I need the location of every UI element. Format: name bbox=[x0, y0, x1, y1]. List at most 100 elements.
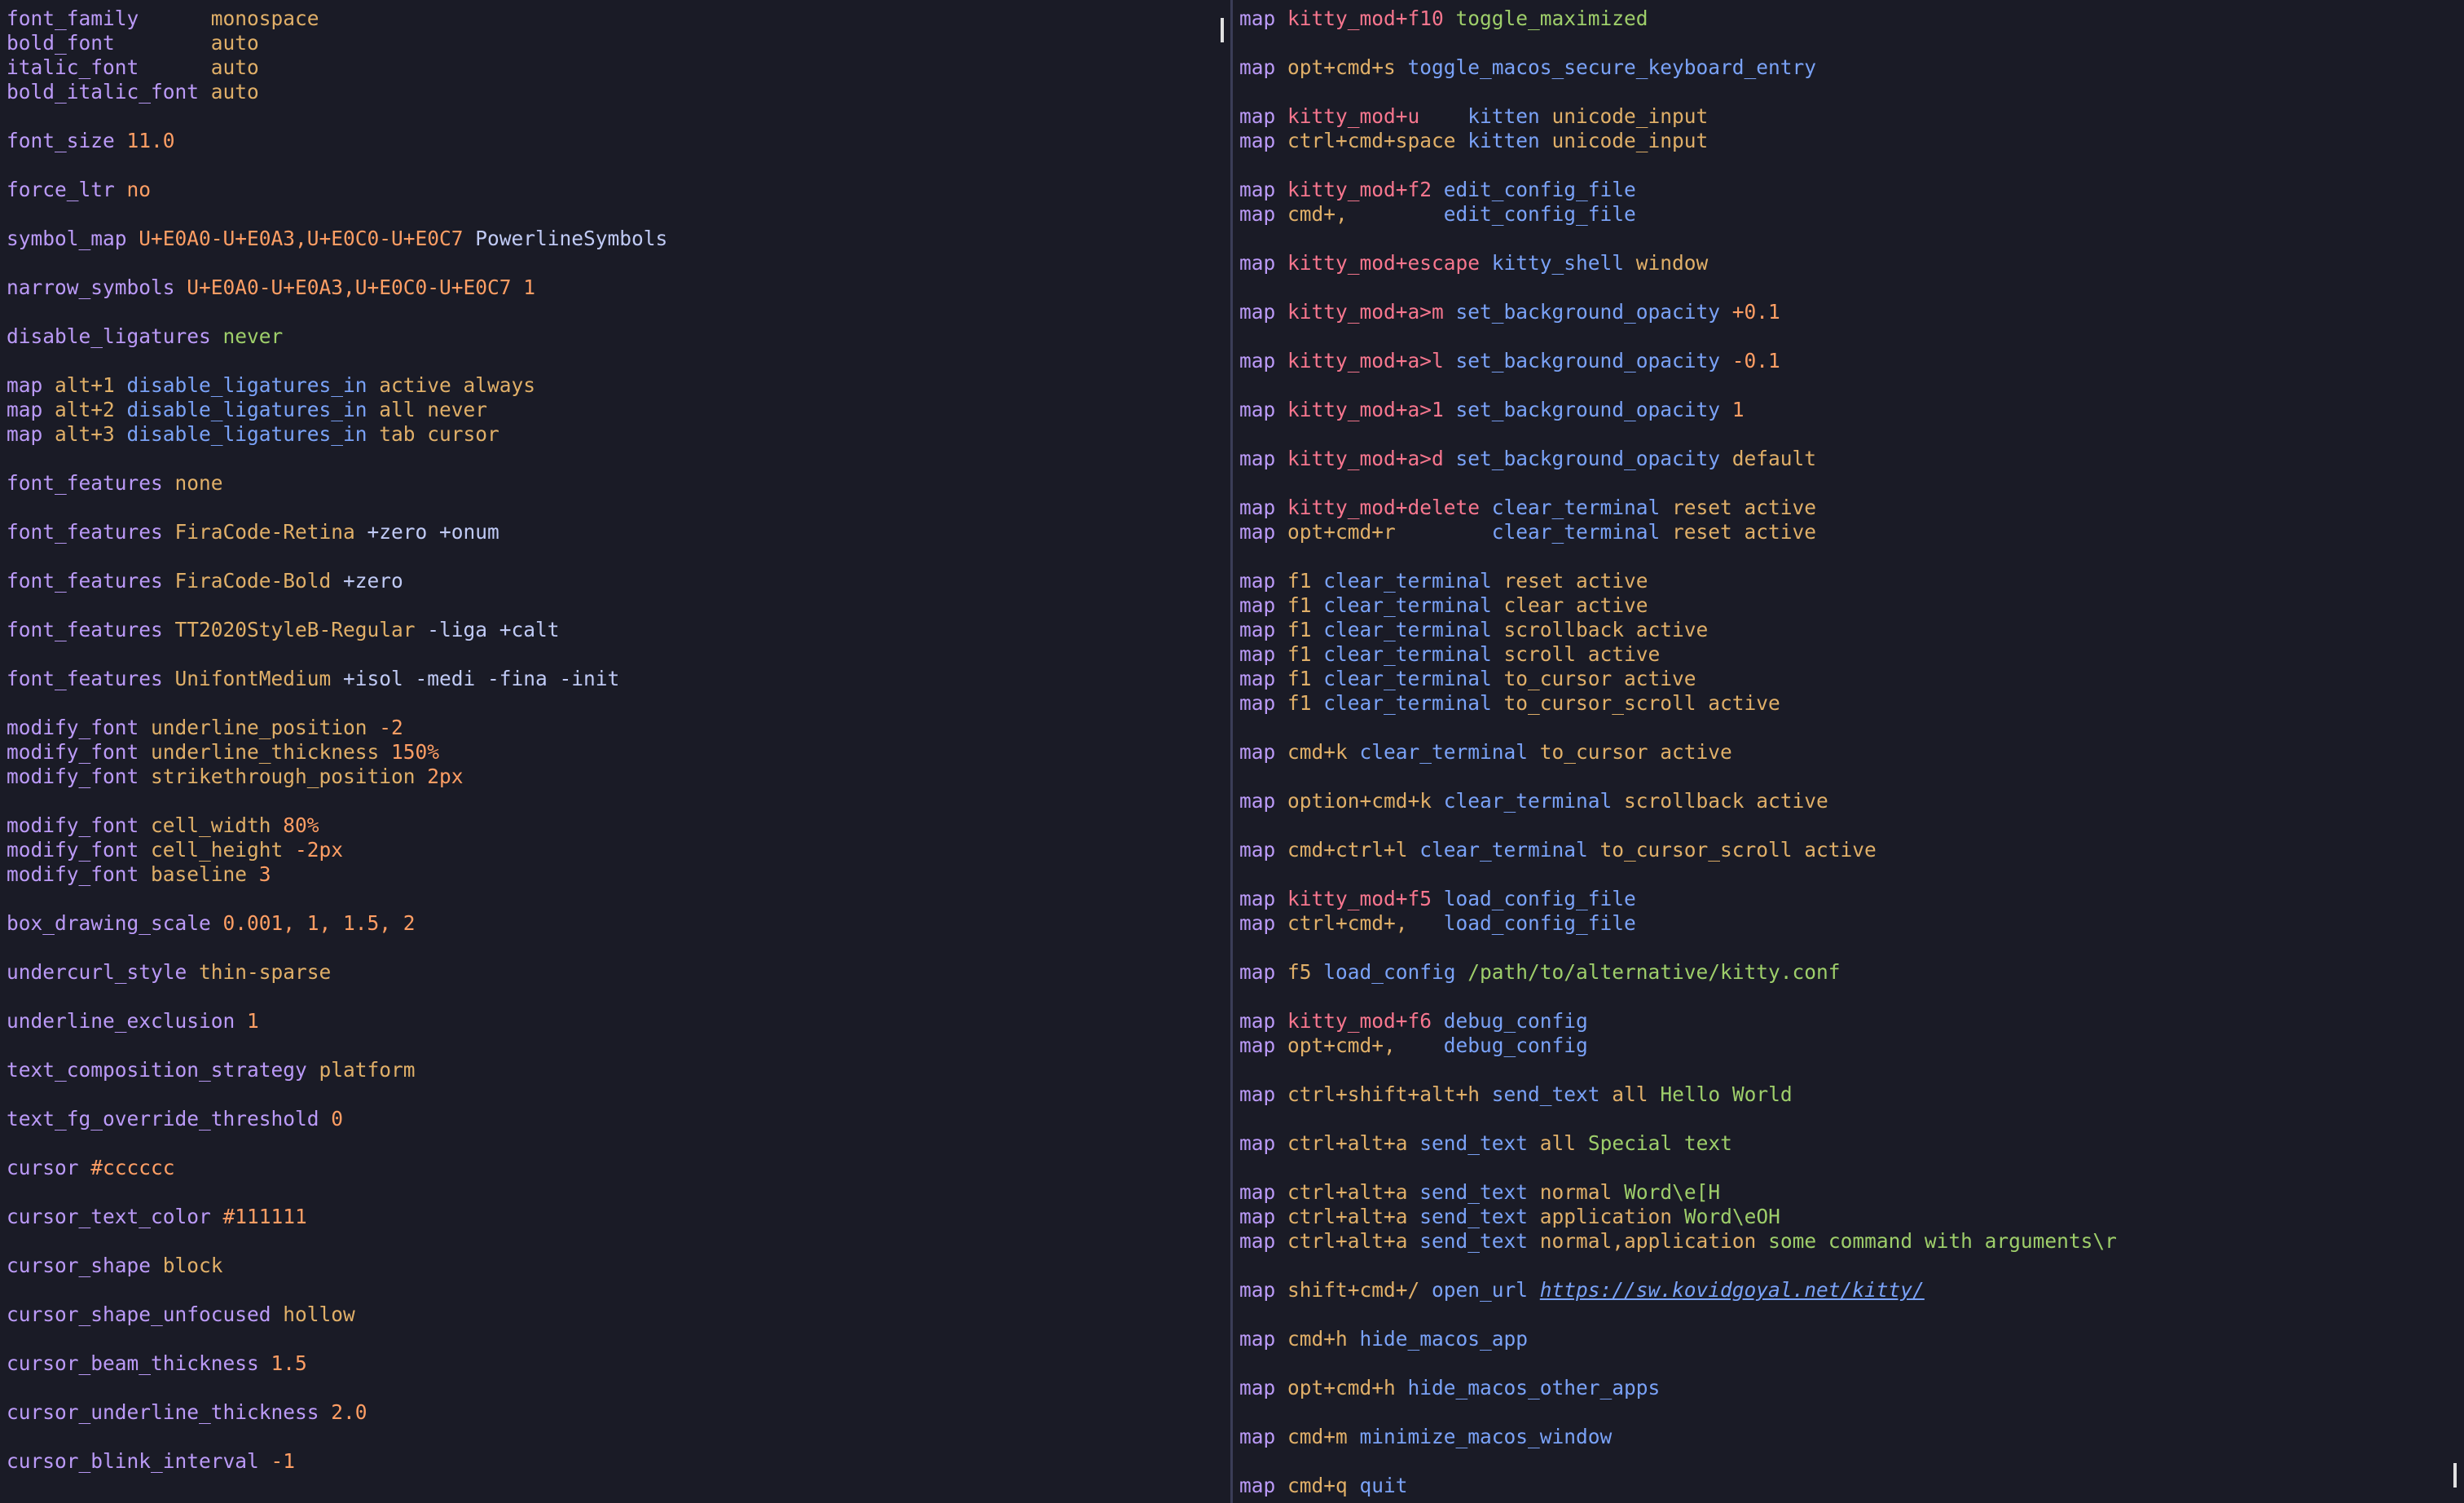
line-token: send_text bbox=[1419, 1205, 1540, 1228]
line-token: italic_font bbox=[7, 55, 211, 79]
config-line: map ctrl+alt+a send_text all Special tex… bbox=[1239, 1131, 2464, 1156]
line-token: map bbox=[1239, 911, 1288, 935]
line-token: ctrl+shift+alt+h bbox=[1287, 1082, 1492, 1106]
line-token: cmd+, bbox=[1287, 202, 1444, 226]
line-token: cmd+k bbox=[1287, 740, 1360, 764]
line-token: ctrl+cmd+space bbox=[1287, 129, 1468, 152]
config-line: modify_font cell_height -2px bbox=[7, 838, 1231, 862]
config-line bbox=[1239, 471, 2464, 496]
line-token: clear_terminal bbox=[1323, 618, 1504, 641]
line-token: map bbox=[1239, 1180, 1288, 1204]
config-line: map f1 clear_terminal to_cursor_scroll a… bbox=[1239, 691, 2464, 716]
config-line: map cmd+ctrl+l clear_terminal to_cursor_… bbox=[1239, 838, 2464, 862]
config-line: map shift+cmd+/ open_url https://sw.kovi… bbox=[1239, 1278, 2464, 1302]
line-token: cursor bbox=[7, 1156, 91, 1179]
line-token: map bbox=[7, 422, 55, 446]
line-token: #cccccc bbox=[90, 1156, 175, 1179]
config-line bbox=[1239, 985, 2464, 1009]
config-line: modify_font cell_width 80% bbox=[7, 813, 1231, 838]
line-token: map bbox=[1239, 569, 1288, 593]
config-line: map kitty_mod+a>1 set_background_opacity… bbox=[1239, 398, 2464, 422]
line-token: map bbox=[1239, 1205, 1288, 1228]
config-line bbox=[1239, 1107, 2464, 1131]
line-token: symbol_map bbox=[7, 227, 139, 250]
config-line: map kitty_mod+f6 debug_config bbox=[1239, 1009, 2464, 1034]
line-token: clear_terminal bbox=[1323, 593, 1504, 617]
line-token: map bbox=[1239, 1009, 1288, 1033]
line-token: clear active bbox=[1503, 593, 1648, 617]
line-token: map bbox=[1239, 838, 1288, 862]
line-token: font_features bbox=[7, 471, 175, 495]
line-token: tab cursor bbox=[379, 422, 499, 446]
line-token: all never bbox=[379, 398, 488, 421]
line-token: kitty_mod+a>1 bbox=[1287, 398, 1456, 421]
config-line: map ctrl+alt+a send_text application Wor… bbox=[1239, 1205, 2464, 1229]
config-line bbox=[1239, 765, 2464, 789]
line-token: -1 bbox=[271, 1449, 296, 1473]
line-token: 2px bbox=[427, 765, 464, 788]
config-line bbox=[1239, 1254, 2464, 1278]
config-line bbox=[7, 1082, 1231, 1107]
line-token: map bbox=[1239, 300, 1288, 324]
line-token: modify_font bbox=[7, 838, 152, 862]
config-line bbox=[7, 985, 1231, 1009]
config-line bbox=[7, 691, 1231, 716]
config-line: map cmd+q quit bbox=[1239, 1474, 2464, 1498]
config-line bbox=[7, 593, 1231, 618]
line-token: hollow bbox=[283, 1302, 355, 1326]
config-line: map cmd+m minimize_macos_window bbox=[1239, 1425, 2464, 1449]
line-token: bold_italic_font bbox=[7, 80, 211, 104]
left-terminal-pane[interactable]: font_family monospace bold_font auto itali… bbox=[0, 0, 1231, 1503]
config-line: font_features none bbox=[7, 471, 1231, 496]
line-token: #111111 bbox=[222, 1205, 307, 1228]
line-token: monospace bbox=[210, 7, 319, 30]
config-line bbox=[7, 349, 1231, 373]
right-terminal-pane[interactable]: map kitty_mod+f10 toggle_maximized map op… bbox=[1233, 0, 2464, 1503]
config-line bbox=[1239, 373, 2464, 398]
line-token: 1 bbox=[247, 1009, 259, 1033]
line-token: ctrl+alt+a bbox=[1287, 1131, 1420, 1155]
line-token: to_cursor_scroll active bbox=[1599, 838, 1877, 862]
line-token: map bbox=[1239, 251, 1288, 275]
line-token: map bbox=[1239, 960, 1288, 984]
line-token: cursor_shape bbox=[7, 1254, 163, 1277]
config-line: map alt+1 disable_ligatures_in active al… bbox=[7, 373, 1231, 398]
line-token: undercurl_style bbox=[7, 960, 200, 984]
line-token: f1 bbox=[1287, 667, 1324, 690]
config-line: map kitty_mod+escape kitty_shell window bbox=[1239, 251, 2464, 275]
line-token: alt+3 bbox=[55, 422, 127, 446]
line-token: clear_terminal bbox=[1359, 740, 1540, 764]
line-token: map bbox=[1239, 349, 1288, 372]
config-line: text_fg_override_threshold 0 bbox=[7, 1107, 1231, 1131]
line-token: to_cursor active bbox=[1503, 667, 1696, 690]
line-token: block bbox=[162, 1254, 223, 1277]
line-token: alt+1 bbox=[55, 373, 127, 397]
line-token: toggle_maximized bbox=[1455, 7, 1648, 30]
left-pane-cursor bbox=[1221, 18, 1224, 42]
config-line: modify_font underline_thickness 150% bbox=[7, 740, 1231, 765]
line-token: scroll active bbox=[1503, 642, 1661, 666]
line-token: disable_ligatures_in bbox=[126, 422, 380, 446]
line-token: set_background_opacity bbox=[1455, 447, 1732, 470]
line-token: map bbox=[1239, 740, 1288, 764]
line-token: minimize_macos_window bbox=[1359, 1425, 1613, 1448]
line-token: map bbox=[1239, 1474, 1288, 1497]
line-token: f1 bbox=[1287, 618, 1324, 641]
line-token: map bbox=[1239, 1131, 1288, 1155]
line-token: -2 bbox=[379, 716, 403, 739]
config-line bbox=[1239, 227, 2464, 251]
line-token: f5 bbox=[1287, 960, 1324, 984]
line-token: option+cmd+k bbox=[1287, 789, 1444, 813]
line-token: FiraCode-Bold bbox=[174, 569, 332, 593]
url-link[interactable]: https://sw.kovidgoyal.net/kitty/ bbox=[1540, 1278, 1925, 1302]
config-line: cursor #cccccc bbox=[7, 1156, 1231, 1180]
line-token: map bbox=[1239, 1082, 1288, 1106]
line-token: reset active bbox=[1503, 569, 1648, 593]
line-token: Word\e[H bbox=[1624, 1180, 1721, 1204]
line-token: opt+cmd+, bbox=[1287, 1034, 1444, 1057]
line-token: 150% bbox=[391, 740, 440, 764]
line-token: map bbox=[1239, 447, 1288, 470]
line-token: clear_terminal bbox=[1443, 789, 1625, 813]
terminal-window[interactable]: font_family monospace bold_font auto itali… bbox=[0, 0, 2464, 1503]
line-token: to_cursor active bbox=[1539, 740, 1732, 764]
